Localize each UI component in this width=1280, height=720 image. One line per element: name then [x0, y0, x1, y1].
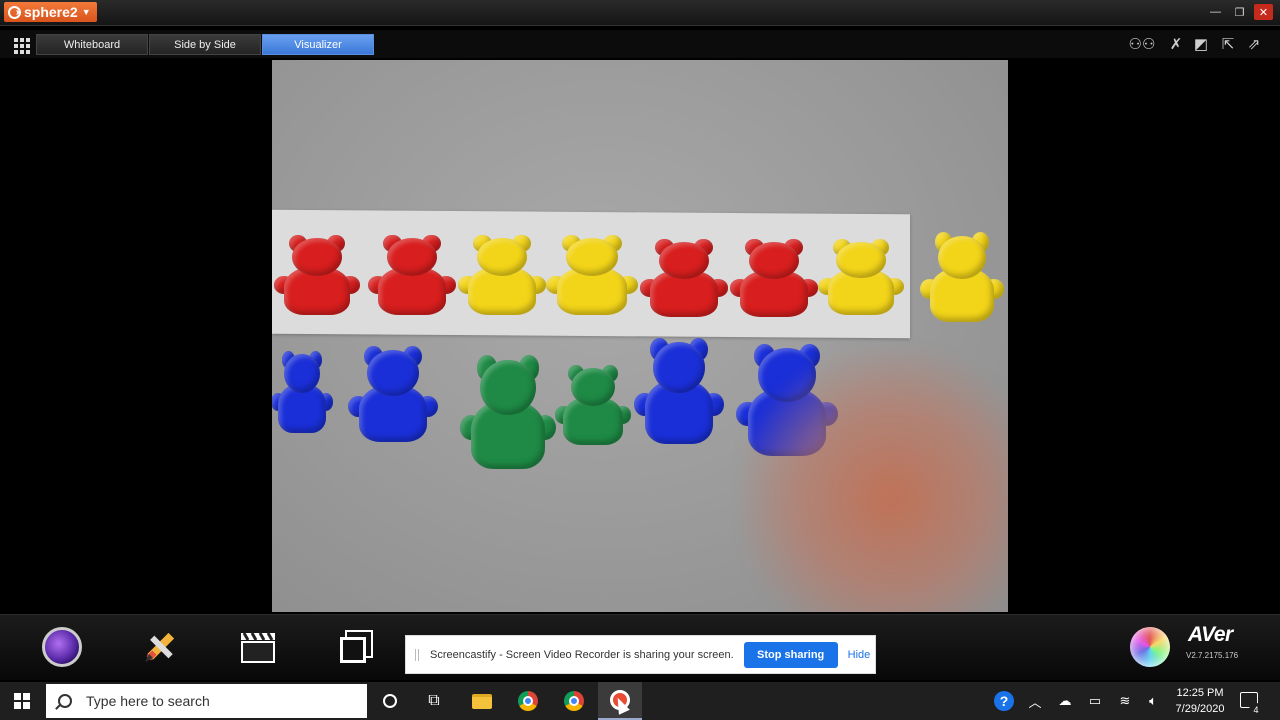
taskbar-clock[interactable]: 12:25 PM 7/29/2020 [1170, 685, 1230, 717]
cortana-icon [383, 694, 397, 708]
loose-bear-green [554, 364, 632, 448]
clock-date: 7/29/2020 [1175, 703, 1225, 715]
search-placeholder: Type here to search [86, 693, 210, 709]
stop-sharing-button[interactable]: Stop sharing [743, 641, 838, 668]
show-hidden-icons-button[interactable]: ︿ [1024, 682, 1046, 720]
task-view-icon: ⧉ [428, 692, 440, 709]
chrome-icon [564, 691, 584, 711]
battery-icon[interactable]: ▭ [1084, 682, 1106, 720]
drag-handle-icon[interactable] [415, 648, 419, 661]
aver-logo: AVer [1188, 623, 1233, 646]
onedrive-icon[interactable]: ☁ [1054, 682, 1076, 720]
tab-whiteboard[interactable]: Whiteboard [36, 34, 148, 55]
windows-logo-icon [14, 693, 30, 709]
start-button[interactable] [0, 682, 44, 720]
volume-icon[interactable]: 🔈︎ [1142, 682, 1164, 720]
strip-bear-red [730, 238, 818, 320]
file-explorer-button[interactable] [460, 682, 504, 720]
camera-icon[interactable] [42, 627, 82, 667]
strip-bear-yellow [546, 234, 638, 318]
search-icon [58, 694, 72, 708]
task-view-button[interactable]: ⧉ [412, 682, 456, 720]
strip-bear-yellow [458, 234, 546, 318]
tab-side-by-side[interactable]: Side by Side [149, 34, 261, 55]
popout-icon[interactable]: ⇗ [1244, 36, 1264, 54]
close-button[interactable]: ✕ [1254, 4, 1273, 20]
hand-blur [742, 350, 1008, 612]
restore-button[interactable]: ❐ [1230, 4, 1249, 20]
loose-bear-blue [634, 337, 724, 448]
pencil-icon[interactable] [140, 627, 180, 667]
app-grid-icon[interactable] [14, 38, 30, 54]
notification-count-badge: 4 [1249, 703, 1263, 717]
sphere-logo-icon [8, 5, 21, 19]
help-icon: ? [994, 691, 1014, 711]
chrome-icon [518, 691, 538, 711]
hide-banner-link[interactable]: Hide [848, 649, 871, 661]
mode-tab-bar: Whiteboard Side by Side Visualizer ⚇⚇ ✗ … [0, 30, 1280, 58]
tab-visualizer[interactable]: Visualizer [262, 34, 374, 55]
strip-bear-red [368, 234, 456, 318]
export-icon[interactable]: ⇱ [1218, 36, 1238, 54]
clock-time: 12:25 PM [1176, 687, 1224, 699]
clapper-icon[interactable] [238, 627, 278, 667]
camera-feed [272, 60, 1008, 612]
minimize-button[interactable]: — [1206, 4, 1225, 20]
loose-bear-blue [272, 350, 334, 436]
loose-bear-yellow [920, 232, 1004, 326]
loose-bear-blue [348, 346, 438, 446]
cortana-button[interactable] [368, 682, 412, 720]
help-button[interactable]: ? [992, 682, 1016, 720]
clear-icon[interactable]: ✗ [1166, 36, 1186, 54]
participants-icon[interactable]: ⚇⚇ [1126, 36, 1158, 54]
app-logo-button[interactable]: sphere2 ▼ [4, 2, 97, 22]
sharing-message: Screencastify - Screen Video Recorder is… [430, 648, 734, 661]
wifi-icon[interactable]: ≋ [1114, 682, 1136, 720]
sphere2-window: sphere2 ▼ — ❐ ✕ Whiteboard Side by Side … [0, 0, 1280, 682]
fullscreen-icon[interactable]: ◩ [1191, 36, 1211, 54]
strip-bear-yellow [818, 238, 904, 318]
loose-bear-green [460, 355, 556, 474]
chevron-up-icon: ︿ [1028, 694, 1042, 710]
snapshot-icon[interactable] [336, 627, 376, 667]
title-bar: sphere2 ▼ — ❐ ✕ [0, 0, 1280, 26]
windows-taskbar: Type here to search ⧉ ? ︿ ☁ ▭ ≋ 🔈︎ 12:25… [0, 682, 1280, 720]
taskbar-search-box[interactable]: Type here to search [46, 684, 367, 718]
strip-bear-red [274, 234, 360, 318]
color-wheel-icon[interactable] [1130, 627, 1170, 667]
version-label: V2.7.2175.176 [1186, 651, 1239, 660]
chevron-down-icon: ▼ [81, 7, 91, 17]
folder-icon [472, 693, 492, 709]
chrome-button[interactable] [506, 682, 550, 720]
screencastify-sharing-banner: Screencastify - Screen Video Recorder is… [405, 635, 876, 674]
strip-bear-red [640, 238, 728, 320]
visualizer-area [8, 60, 1273, 612]
app-name: sphere2 [24, 4, 78, 20]
chrome-button-2[interactable] [552, 682, 596, 720]
